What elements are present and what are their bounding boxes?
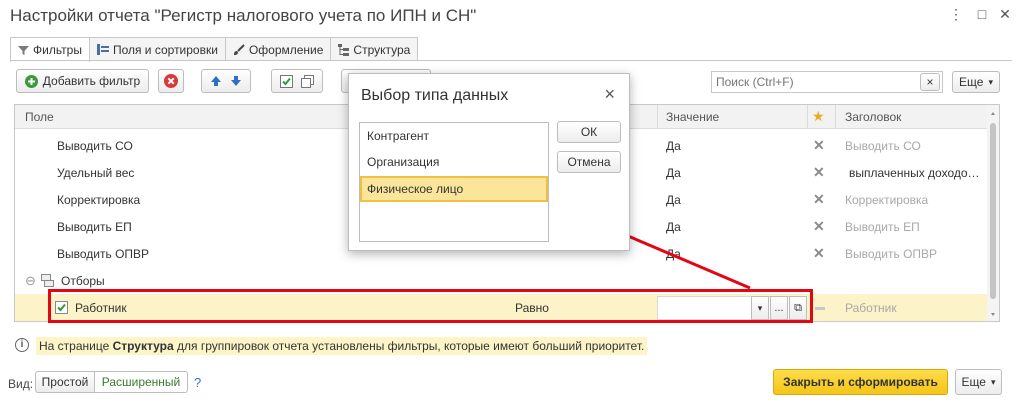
list-item-individual[interactable]: Физическое лицо [360,176,548,202]
list-item-organization[interactable]: Организация [360,149,548,175]
info-icon: i [15,338,29,352]
info-text-before: На странице [39,339,113,353]
view-mode-simple-button[interactable]: Простой [35,371,95,393]
info-text-after: для группировок отчета установлены фильт… [173,339,645,353]
dialog-cancel-button[interactable]: Отмена [557,151,621,173]
chevron-down-icon: ▾ [990,376,996,387]
dialog-title: Выбор типа данных [361,87,509,104]
help-link[interactable]: ? [194,375,201,390]
footer-more-button[interactable]: Еще ▾ [955,369,1002,395]
view-mode-label: Вид: [8,377,34,391]
footer-more-label: Еще [961,375,986,389]
structure-link[interactable]: Структура [113,339,174,353]
data-type-dialog: Выбор типа данных × Контрагент Организац… [348,73,630,251]
dialog-ok-button[interactable]: ОК [557,121,621,143]
view-mode-advanced-button[interactable]: Расширенный [94,371,188,393]
data-type-list: Контрагент Организация Физическое лицо [359,122,549,242]
dialog-close-button[interactable]: × [604,84,615,105]
info-message: На странице Структура для группировок от… [36,337,648,355]
close-and-build-button[interactable]: Закрыть и сформировать [773,369,948,395]
list-item-counterparty[interactable]: Контрагент [360,123,548,149]
